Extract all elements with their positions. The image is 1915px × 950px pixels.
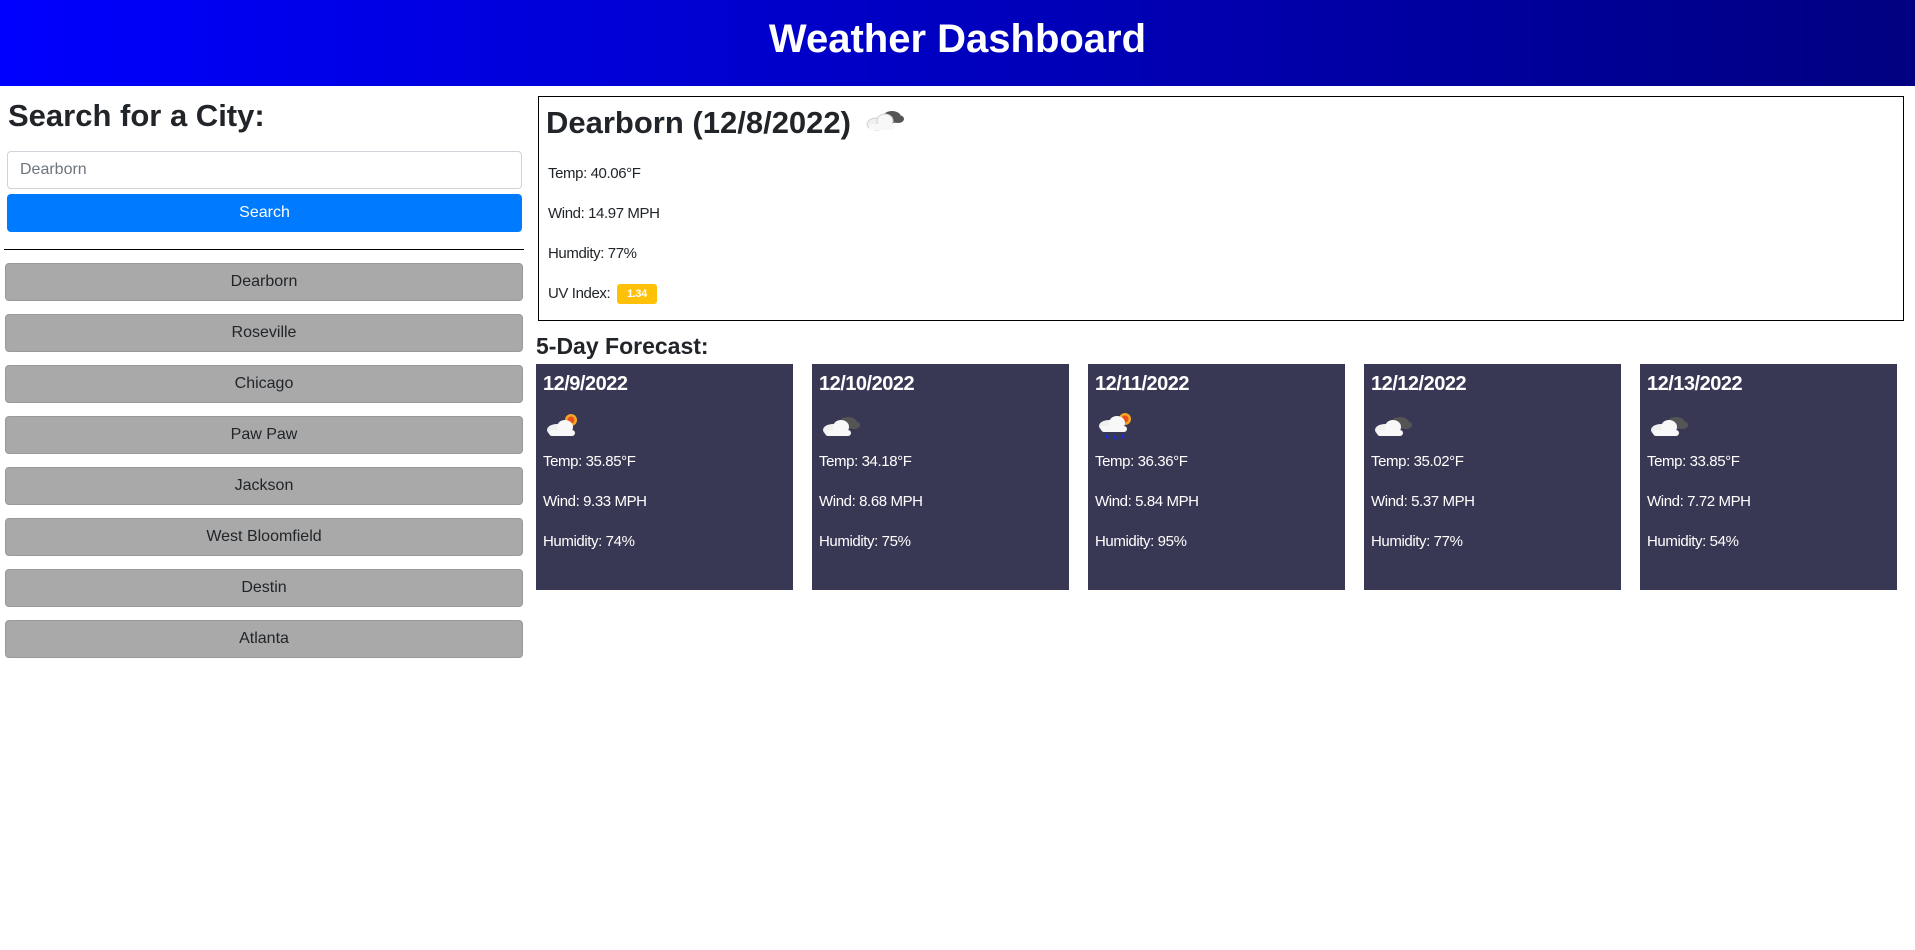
- history-button-paw-paw[interactable]: Paw Paw: [5, 416, 523, 454]
- forecast-wind: Wind: 8.68 MPH: [819, 493, 923, 510]
- current-wind: Wind: 14.97 MPH: [548, 205, 660, 222]
- cloud-icon: [819, 410, 1062, 440]
- search-title: Search for a City:: [8, 98, 265, 133]
- forecast-temp: Temp: 35.02°F: [1371, 453, 1464, 470]
- forecast-wind: Wind: 5.84 MPH: [1095, 493, 1199, 510]
- current-weather-title: Dearborn (12/8/2022): [546, 101, 1896, 145]
- forecast-temp: Temp: 34.18°F: [819, 453, 912, 470]
- history-button-destin[interactable]: Destin: [5, 569, 523, 607]
- forecast-card: 12/11/2022 Temp: 36.36°F Wind: 5.84 MPH: [1088, 364, 1345, 590]
- forecast-row: 12/9/2022 Temp: 35.85°F Wind: 9.33 MPH H…: [536, 364, 1915, 590]
- cloud-icon: [863, 104, 907, 142]
- page-header: Weather Dashboard: [0, 0, 1915, 86]
- history-button-dearborn[interactable]: Dearborn: [5, 263, 523, 301]
- forecast-title: 5-Day Forecast:: [536, 333, 709, 359]
- forecast-card: 12/10/2022 Temp: 34.18°F Wind: 8.68 MPH …: [812, 364, 1069, 590]
- current-temp: Temp: 40.06°F: [548, 165, 641, 182]
- forecast-date: 12/12/2022: [1371, 373, 1467, 395]
- uv-index-badge: 1.34: [617, 284, 657, 305]
- current-weather-panel: Dearborn (12/8/2022) Temp: 40.06°F Wind:…: [538, 96, 1904, 321]
- cloud-sun-icon: [543, 410, 786, 440]
- forecast-wind: Wind: 7.72 MPH: [1647, 493, 1751, 510]
- uv-label: UV Index:: [548, 285, 611, 302]
- forecast-card: 12/12/2022 Temp: 35.02°F Wind: 5.37 MPH …: [1364, 364, 1621, 590]
- divider: [4, 249, 524, 250]
- cloud-icon: [1371, 410, 1614, 440]
- cloud-icon: [1647, 410, 1890, 440]
- current-uv: UV Index: 1.34: [546, 282, 1896, 306]
- forecast-temp: Temp: 33.85°F: [1647, 453, 1740, 470]
- forecast-wind: Wind: 9.33 MPH: [543, 493, 647, 510]
- forecast-humidity: Humidity: 95%: [1095, 533, 1187, 550]
- forecast-date: 12/11/2022: [1095, 373, 1190, 395]
- history-button-atlanta[interactable]: Atlanta: [5, 620, 523, 658]
- history-button-roseville[interactable]: Roseville: [5, 314, 523, 352]
- forecast-card: 12/13/2022 Temp: 33.85°F Wind: 7.72 MPH …: [1640, 364, 1897, 590]
- sidebar: Search for a City: Search Dearborn Rosev…: [0, 86, 524, 671]
- search-button[interactable]: Search: [7, 194, 522, 232]
- page-title: Weather Dashboard: [768, 16, 1147, 61]
- rain-sun-icon: [1095, 410, 1338, 440]
- forecast-humidity: Humidity: 75%: [819, 533, 911, 550]
- forecast-date: 12/10/2022: [819, 373, 915, 395]
- forecast-humidity: Humidity: 54%: [1647, 533, 1739, 550]
- forecast-temp: Temp: 35.85°F: [543, 453, 636, 470]
- content-layout: Search for a City: Search Dearborn Rosev…: [0, 86, 1915, 671]
- forecast-card: 12/9/2022 Temp: 35.85°F Wind: 9.33 MPH H…: [536, 364, 793, 590]
- forecast-date: 12/9/2022: [543, 373, 628, 395]
- history-button-west-bloomfield[interactable]: West Bloomfield: [5, 518, 523, 556]
- history-button-jackson[interactable]: Jackson: [5, 467, 523, 505]
- current-humidity: Humdity: 77%: [548, 245, 637, 262]
- forecast-humidity: Humidity: 74%: [543, 533, 635, 550]
- forecast-humidity: Humidity: 77%: [1371, 533, 1463, 550]
- forecast-date: 12/13/2022: [1647, 373, 1743, 395]
- history-button-chicago[interactable]: Chicago: [5, 365, 523, 403]
- city-search-input[interactable]: [7, 151, 522, 189]
- current-city-date: Dearborn (12/8/2022): [546, 105, 851, 140]
- main-content: Dearborn (12/8/2022) Temp: 40.06°F Wind:…: [536, 86, 1915, 671]
- search-history: Dearborn Roseville Chicago Paw Paw Jacks…: [4, 263, 523, 658]
- forecast-temp: Temp: 36.36°F: [1095, 453, 1188, 470]
- forecast-wind: Wind: 5.37 MPH: [1371, 493, 1475, 510]
